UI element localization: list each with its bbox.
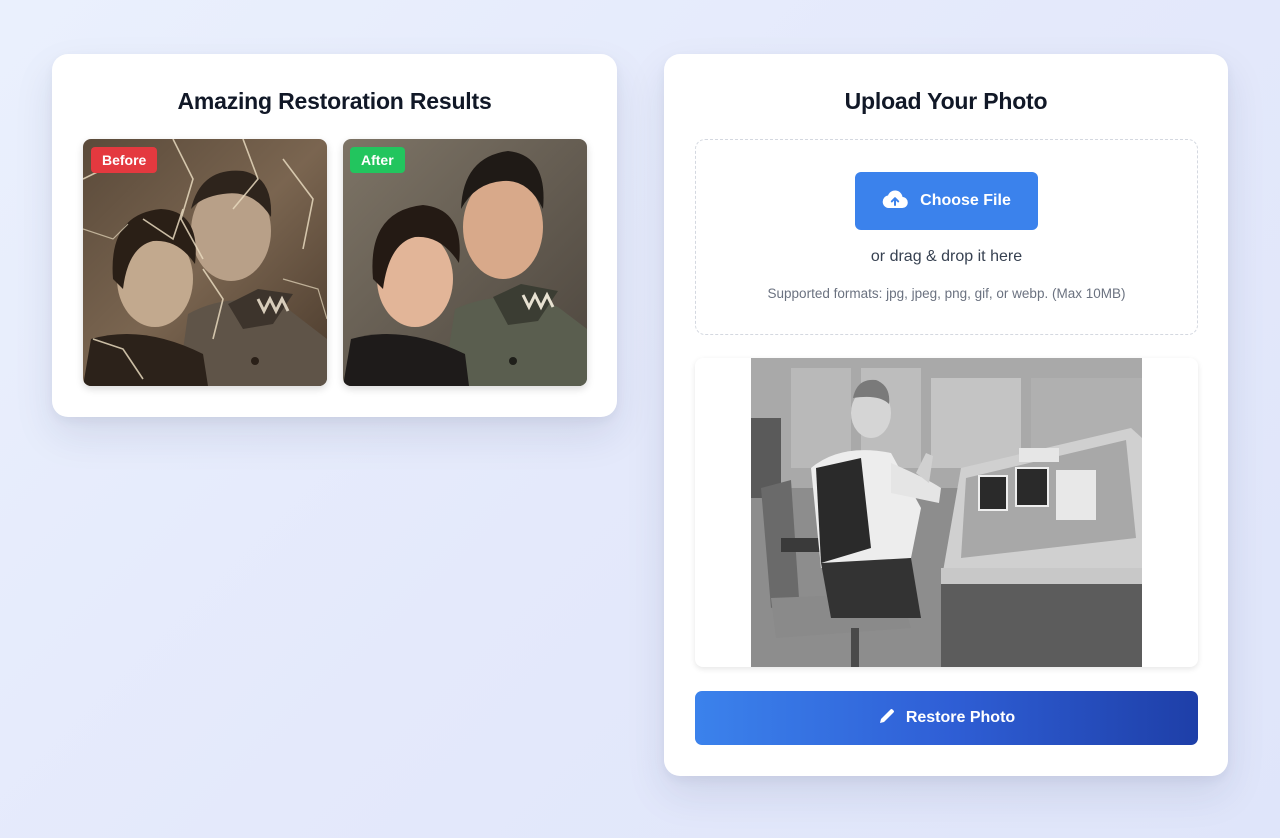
- before-photo: Before: [83, 139, 327, 386]
- before-photo-image: [83, 139, 327, 386]
- upload-card: Upload Your Photo Choose File or drag & …: [664, 54, 1228, 776]
- drop-zone[interactable]: Choose File or drag & drop it here Suppo…: [695, 139, 1198, 335]
- after-photo: After: [343, 139, 587, 386]
- restore-photo-button[interactable]: Restore Photo: [695, 691, 1198, 745]
- pencil-icon: [878, 707, 896, 730]
- photo-preview: [695, 358, 1198, 667]
- upload-title: Upload Your Photo: [844, 88, 1048, 114]
- after-badge: After: [350, 147, 405, 173]
- supported-formats-text: Supported formats: jpg, jpeg, png, gif, …: [767, 286, 1126, 301]
- choose-file-label: Choose File: [920, 192, 1011, 209]
- uploaded-photo-image: [751, 358, 1142, 667]
- after-photo-image: [343, 139, 587, 386]
- results-card: Amazing Restoration Results Before After: [52, 54, 617, 417]
- results-title: Amazing Restoration Results: [177, 88, 492, 114]
- cloud-upload-icon: [882, 189, 908, 214]
- drag-drop-text: or drag & drop it here: [870, 248, 1023, 265]
- before-badge: Before: [91, 147, 158, 173]
- uploaded-photo: [751, 358, 1142, 667]
- choose-file-button[interactable]: Choose File: [855, 172, 1038, 230]
- restore-photo-label: Restore Photo: [905, 709, 1016, 726]
